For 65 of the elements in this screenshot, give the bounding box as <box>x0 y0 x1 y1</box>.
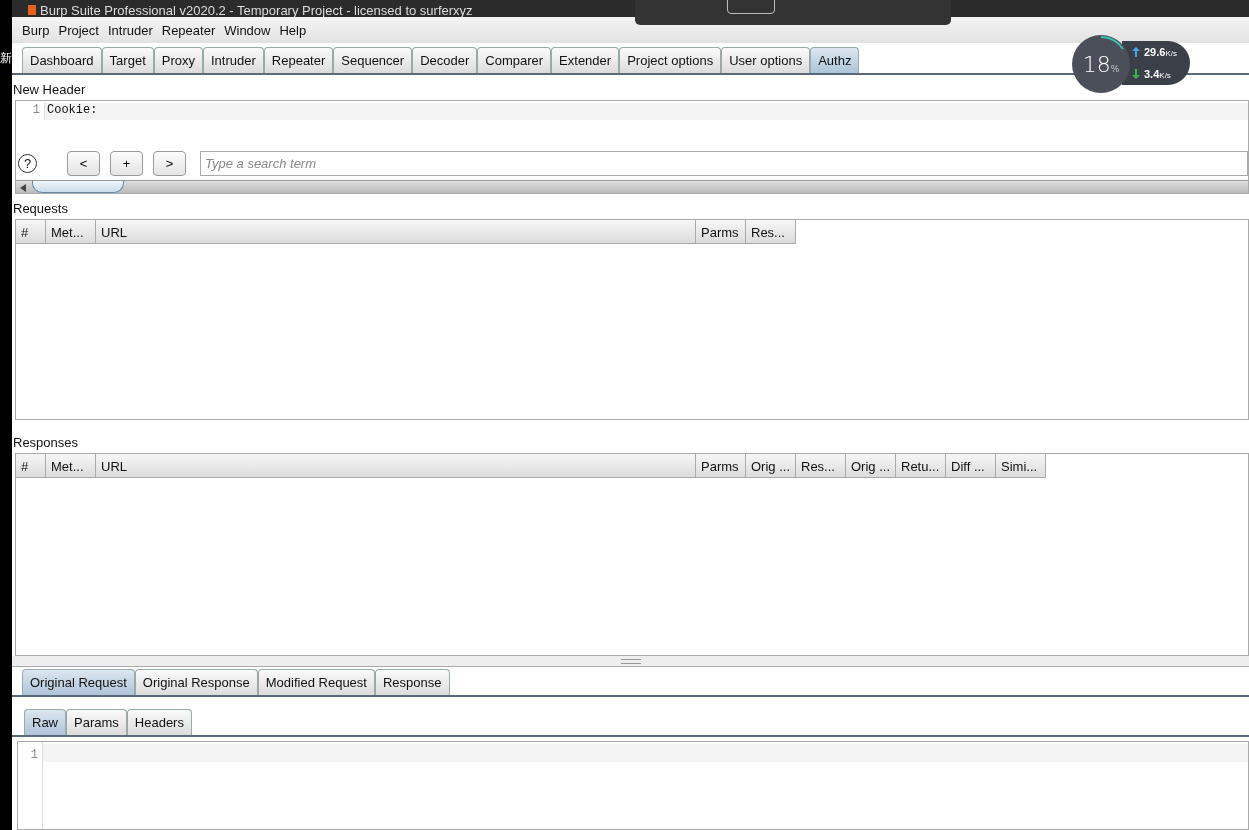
tab[interactable]: Comparer <box>477 47 552 73</box>
menu-item[interactable]: Project <box>58 22 99 38</box>
scroll-thumb[interactable] <box>32 181 124 193</box>
tab[interactable]: Raw <box>24 709 66 735</box>
search-field[interactable]: Type a search term <box>200 151 1248 176</box>
app-icon <box>28 5 36 15</box>
column-header[interactable]: Met... <box>46 220 96 244</box>
nav-button[interactable]: + <box>110 151 143 176</box>
raw-editor[interactable]: 1 <box>17 741 1249 830</box>
column-header[interactable]: # <box>16 220 46 244</box>
menu-item[interactable]: Help <box>279 22 307 38</box>
tab[interactable]: Repeater <box>263 47 334 73</box>
section-label: Responses <box>12 434 80 452</box>
line-number: 1 <box>30 748 39 762</box>
nav-button[interactable]: < <box>67 151 100 176</box>
column-header[interactable]: Orig ... <box>846 454 896 478</box>
upload-arrow-icon <box>1132 47 1140 57</box>
menu-item[interactable]: Repeater <box>161 22 216 38</box>
tab[interactable]: Original Response <box>134 669 258 695</box>
menu-item[interactable]: Burp <box>22 22 50 38</box>
tab[interactable]: Params <box>66 709 127 735</box>
tab[interactable]: Target <box>101 47 154 73</box>
tab[interactable]: Extender <box>551 47 620 73</box>
menu-item[interactable]: Intruder <box>107 22 153 38</box>
tab[interactable]: Headers <box>126 709 192 735</box>
square-icon[interactable] <box>727 0 775 14</box>
gauge-arc-icon <box>1100 36 1125 51</box>
window-title: Burp Suite Professional v2020.2 - Temporary Project - licensed to surferxyz <box>40 4 473 17</box>
column-header[interactable]: URL <box>96 220 696 244</box>
column-header[interactable]: Parms <box>696 220 746 244</box>
column-header[interactable]: Orig ... <box>746 454 796 478</box>
split-handle[interactable] <box>12 656 1249 667</box>
tab[interactable]: Dashboard <box>22 47 102 73</box>
column-header[interactable]: Parms <box>696 454 746 478</box>
column-header[interactable]: URL <box>96 454 696 478</box>
column-header[interactable]: Retu... <box>896 454 946 478</box>
tab[interactable]: Response <box>374 669 450 695</box>
column-header[interactable]: Diff ... <box>946 454 996 478</box>
section-label: Requests <box>12 200 69 218</box>
menu-item[interactable]: Window <box>224 22 271 38</box>
nav-button[interactable]: > <box>153 151 186 176</box>
side-text: 新 <box>0 50 12 67</box>
tab[interactable]: Sequencer <box>333 47 413 73</box>
tab[interactable]: Authz <box>810 47 860 73</box>
download-arrow-icon <box>1132 69 1140 79</box>
header-editor[interactable]: 1 Cookie: ? < + > Type a search term <box>15 100 1249 194</box>
tab[interactable]: User options <box>721 47 811 73</box>
tab[interactable]: Decoder <box>412 47 478 73</box>
column-header[interactable]: Simi... <box>996 454 1046 478</box>
code-line: Cookie: <box>46 103 98 119</box>
tab[interactable]: Project options <box>619 47 722 73</box>
tab[interactable]: Intruder <box>203 47 264 73</box>
scroll-left-icon[interactable] <box>20 184 26 192</box>
column-header[interactable]: Res... <box>796 454 846 478</box>
scrollbar[interactable] <box>16 180 1248 193</box>
tab[interactable]: Modified Request <box>257 669 375 695</box>
column-header[interactable]: Res... <box>746 220 796 244</box>
line-number: 1 <box>16 103 45 120</box>
tab[interactable]: Original Request <box>22 669 135 695</box>
section-label: New Header <box>12 81 87 99</box>
column-header[interactable]: Met... <box>46 454 96 478</box>
download-speed: 3.4K/s <box>1144 68 1171 80</box>
column-header[interactable]: # <box>16 454 46 478</box>
upload-speed: 29.6K/s <box>1144 46 1177 58</box>
tab[interactable]: Proxy <box>153 47 203 73</box>
